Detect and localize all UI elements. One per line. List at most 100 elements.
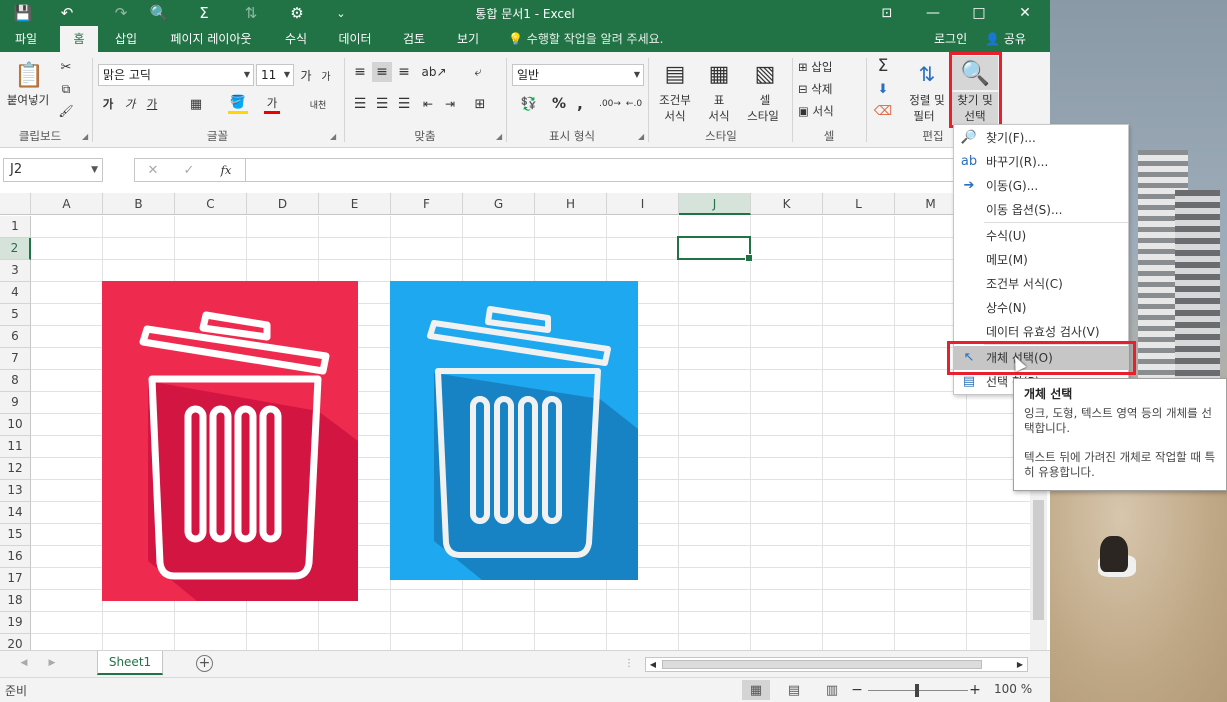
select-all-button[interactable] [0, 193, 31, 215]
borders-icon[interactable]: ▦ [186, 94, 206, 114]
zoom-level[interactable]: 100 % [994, 682, 1032, 696]
font-name-select[interactable]: 맑은 고딕 ▼ [98, 64, 254, 86]
column-header[interactable]: G [463, 193, 535, 215]
dialog-launcher-icon[interactable]: ◢ [330, 132, 336, 141]
align-center-icon[interactable]: ☰ [372, 94, 392, 114]
cell-styles-label-2[interactable]: 스타일 [738, 108, 788, 124]
row-header[interactable]: 13 [0, 480, 31, 502]
wrap-text-icon[interactable]: ⤶ [466, 62, 490, 82]
paste-icon[interactable]: 📋 [10, 58, 48, 92]
column-header[interactable]: L [823, 193, 895, 215]
conditional-formatting-icon[interactable]: ▤ [660, 58, 690, 90]
row-header[interactable]: 5 [0, 304, 31, 326]
bold-button[interactable]: 가 [100, 94, 116, 114]
decrease-decimal-icon[interactable]: ←.0 [624, 94, 644, 114]
horizontal-scrollbar[interactable]: ◀ ▶ [645, 657, 1028, 672]
conditional-formatting-label[interactable]: 조건부 [654, 92, 696, 108]
clear-icon[interactable]: ⌫ [872, 102, 894, 120]
menu-item[interactable]: ➔ 이동(G)... [954, 174, 1128, 198]
column-header[interactable]: I [607, 193, 679, 215]
dialog-launcher-icon[interactable]: ◢ [638, 132, 644, 141]
align-middle-icon[interactable]: ≡ [372, 62, 392, 82]
row-header[interactable]: 6 [0, 326, 31, 348]
row-header[interactable]: 18 [0, 590, 31, 612]
column-header[interactable]: D [247, 193, 319, 215]
scroll-left-icon[interactable]: ◀ [16, 655, 32, 671]
horizontal-scroll-thumb[interactable] [662, 660, 982, 669]
decrease-font-button[interactable]: 가 [318, 66, 334, 84]
menu-item[interactable]: 조건부 서식(C) [954, 272, 1128, 296]
row-header[interactable]: 1 [0, 216, 31, 238]
cancel-entry-icon[interactable]: ✕ [143, 161, 163, 179]
insert-function-button[interactable]: fx [215, 161, 237, 179]
orientation-icon[interactable]: ab↗ [420, 62, 448, 82]
row-header[interactable]: 11 [0, 436, 31, 458]
zoom-out-button[interactable]: − [850, 681, 864, 699]
name-box[interactable]: J2 ▼ [3, 158, 103, 182]
underline-button[interactable]: 가 [144, 94, 160, 114]
copy-icon[interactable]: ⧉ [56, 80, 76, 98]
italic-button[interactable]: 가 [122, 94, 138, 114]
align-right-icon[interactable]: ☰ [394, 94, 414, 114]
row-header[interactable]: 2 [0, 238, 31, 260]
tab-file[interactable]: 파일 [0, 26, 52, 52]
tab-insert[interactable]: 삽입 [106, 26, 146, 52]
column-header[interactable]: F [391, 193, 463, 215]
menu-item[interactable]: 이동 옵션(S)... [954, 198, 1128, 222]
split-handle-icon[interactable]: ⋮ [624, 656, 634, 670]
row-header[interactable]: 14 [0, 502, 31, 524]
page-break-view-icon[interactable]: ▥ [818, 680, 846, 700]
tell-me-box[interactable]: 💡 수행할 작업을 알려 주세요. [508, 26, 663, 52]
row-header[interactable]: 7 [0, 348, 31, 370]
column-header[interactable]: E [319, 193, 391, 215]
sheet-tab-sheet1[interactable]: Sheet1 [97, 651, 163, 675]
menu-item[interactable]: ab 바꾸기(R)... [954, 150, 1128, 174]
font-size-select[interactable]: 11 ▼ [256, 64, 294, 86]
sort-filter-label-2[interactable]: 필터 [904, 108, 944, 124]
row-header[interactable]: 8 [0, 370, 31, 392]
conditional-formatting-label-2[interactable]: 서식 [654, 108, 696, 124]
scroll-left-arrow-icon[interactable]: ◀ [647, 659, 659, 670]
merge-center-icon[interactable]: ⊞ [468, 94, 492, 114]
row-header[interactable]: 16 [0, 546, 31, 568]
trash-picture-blue[interactable] [390, 281, 638, 580]
ribbon-display-options-button[interactable]: ⊡ [864, 0, 910, 26]
trash-picture-red[interactable] [102, 281, 358, 601]
zoom-slider-knob[interactable] [915, 684, 919, 697]
vertical-scroll-thumb[interactable] [1033, 500, 1044, 620]
align-left-icon[interactable]: ☰ [350, 94, 370, 114]
tab-formulas[interactable]: 수식 [274, 26, 318, 52]
row-header[interactable]: 17 [0, 568, 31, 590]
align-top-icon[interactable]: ≡ [350, 62, 370, 82]
close-button[interactable]: ✕ [1002, 0, 1048, 26]
row-header[interactable]: 3 [0, 260, 31, 282]
confirm-entry-icon[interactable]: ✓ [179, 161, 199, 179]
tab-data[interactable]: 데이터 [328, 26, 382, 52]
sort-filter-label[interactable]: 정렬 및 [904, 92, 950, 108]
cell-styles-label[interactable]: 셀 [742, 92, 788, 108]
column-header[interactable]: H [535, 193, 607, 215]
menu-item[interactable]: 🔎 찾기(F)... [954, 126, 1128, 150]
share-button[interactable]: 👤 공유 [985, 26, 1026, 52]
menu-item[interactable]: 상수(N) [954, 296, 1128, 320]
tab-page-layout[interactable]: 페이지 레이아웃 [158, 26, 264, 52]
maximize-button[interactable]: □ [956, 0, 1002, 26]
paste-button[interactable]: 붙여넣기 [2, 92, 54, 108]
scroll-right-icon[interactable]: ▶ [44, 655, 60, 671]
active-cell-j2[interactable] [677, 236, 753, 262]
tab-home[interactable]: 홈 [60, 26, 98, 52]
row-header[interactable]: 12 [0, 458, 31, 480]
format-painter-icon[interactable]: 🖌 [56, 102, 76, 120]
page-layout-view-icon[interactable]: ▤ [780, 680, 808, 700]
cut-icon[interactable]: ✂ [56, 58, 76, 76]
insert-cells-button[interactable]: ⊞ 삽입 [798, 58, 860, 76]
add-sheet-button[interactable]: + [196, 655, 213, 672]
row-header[interactable]: 4 [0, 282, 31, 304]
increase-font-button[interactable]: 가 [298, 66, 314, 84]
number-format-select[interactable]: 일반 ▼ [512, 64, 644, 86]
row-header[interactable]: 19 [0, 612, 31, 634]
zoom-slider[interactable] [868, 684, 968, 697]
zoom-in-button[interactable]: + [968, 681, 982, 699]
align-bottom-icon[interactable]: ≡ [394, 62, 414, 82]
row-header[interactable]: 10 [0, 414, 31, 436]
